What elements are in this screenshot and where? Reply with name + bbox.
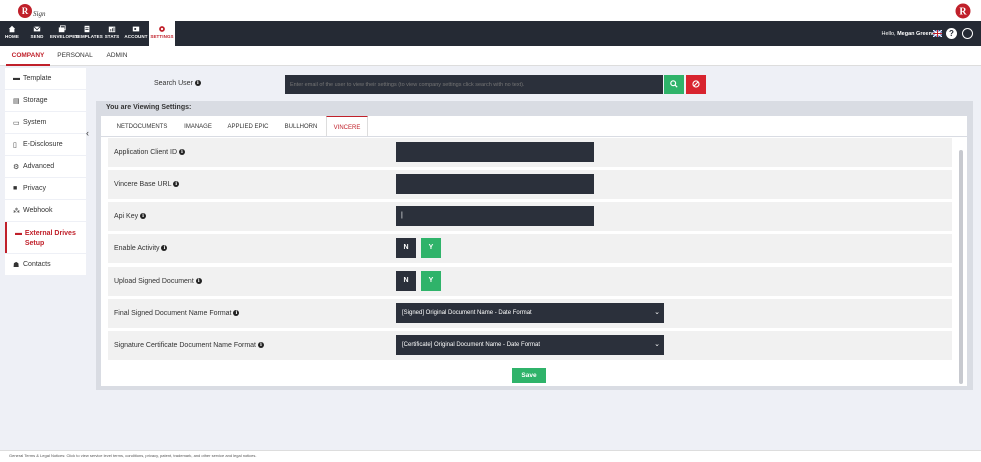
help-icon[interactable]: ? (946, 28, 957, 39)
sidebar-item-privacy[interactable]: ■ Privacy (5, 178, 86, 199)
chevron-down-icon: ⌄ (654, 341, 660, 348)
nav-home[interactable]: HOME (3, 21, 21, 46)
lock-icon: ■ (13, 185, 18, 192)
row-cert-name-format: Signature Certificate Document Name Form… (108, 331, 952, 360)
enable-activity-yes-toggle[interactable]: Y (421, 238, 441, 258)
tab-personal[interactable]: PERSONAL (54, 46, 96, 66)
nav-settings[interactable]: SETTINGS (149, 21, 175, 46)
info-icon[interactable]: i (161, 245, 168, 252)
enable-activity-no-toggle[interactable]: N (396, 238, 416, 258)
sidebar-item-contacts[interactable]: ☗ Contacts (5, 254, 86, 275)
sidebar-item-webhook[interactable]: ⁂ Webhook (5, 200, 86, 221)
nav-account[interactable]: ACCOUNT (124, 21, 148, 46)
search-icon (670, 80, 678, 88)
nav-send[interactable]: SEND (27, 21, 47, 46)
row-base-url: Vincere Base URL i (108, 170, 952, 199)
account-icon (132, 26, 140, 32)
final-name-select[interactable]: [Signed] Original Document Name - Date F… (396, 303, 664, 323)
info-icon[interactable]: i (173, 181, 180, 188)
clear-search-button[interactable] (686, 75, 706, 94)
client-id-label: Application Client ID i (114, 149, 185, 156)
info-icon[interactable]: i (233, 310, 240, 317)
nav-templates[interactable]: TEMPLATES (75, 21, 103, 46)
search-user-label: Search User i (154, 80, 201, 87)
gear-icon (159, 26, 165, 32)
envelopes-icon (58, 25, 66, 33)
settings-tabs: COMPANY PERSONAL ADMIN (0, 46, 981, 66)
tab-vincere[interactable]: VINCERE (326, 116, 368, 136)
svg-text:R: R (22, 6, 29, 16)
user-greeting: Hello, Megan Greene (881, 31, 936, 37)
cert-name-select[interactable]: [Certificate] Original Document Name - D… (396, 335, 664, 355)
storage-icon: ▤ (13, 97, 20, 105)
tab-imanage[interactable]: IMANAGE (178, 116, 218, 136)
save-button[interactable]: Save (512, 368, 546, 383)
nav-envelopes[interactable]: ENVELOPES (50, 21, 78, 46)
info-icon[interactable]: i (194, 80, 201, 87)
logo-bar: R Sign R (0, 0, 981, 21)
upload-signed-yes-toggle[interactable]: Y (421, 271, 441, 291)
base-url-input[interactable] (396, 174, 594, 194)
tab-company[interactable]: COMPANY (6, 46, 50, 66)
sidebar-item-advanced[interactable]: ⚙ Advanced (5, 156, 86, 177)
collapse-sidebar-icon[interactable]: ‹ (86, 128, 89, 138)
row-api-key: Api Key i | (108, 202, 952, 231)
info-icon[interactable]: i (195, 278, 202, 285)
search-button[interactable] (664, 75, 684, 94)
client-id-input[interactable] (396, 142, 594, 162)
document-icon: ▯ (13, 141, 17, 149)
drive-icon: ▬ (15, 230, 22, 237)
tab-bullhorn[interactable]: BULLHORN (278, 116, 324, 136)
settings-sidebar: ▬ Template ▤ Storage ▭ System ▯ E-Disclosure… (5, 68, 86, 276)
nav-stats[interactable]: STATS (104, 21, 120, 46)
sidebar-item-template[interactable]: ▬ Template (5, 68, 86, 89)
tab-netdocuments[interactable]: NETDOCUMENTS (106, 116, 178, 136)
ban-icon (692, 80, 700, 88)
chevron-down-icon: ⌄ (654, 309, 660, 316)
panel-title: You are Viewing Settings: (106, 104, 192, 111)
sidebar-item-storage[interactable]: ▤ Storage (5, 90, 86, 111)
upload-signed-no-toggle[interactable]: N (396, 271, 416, 291)
rpost-logo: R (955, 3, 971, 19)
form-scrollbar[interactable] (959, 150, 963, 384)
sidebar-item-system[interactable]: ▭ System (5, 112, 86, 133)
base-url-label: Vincere Base URL i (114, 181, 180, 188)
row-upload-signed: Upload Signed Document i N Y (108, 267, 952, 296)
upload-signed-label: Upload Signed Document i (114, 278, 202, 285)
tab-applied-epic[interactable]: APPLIED EPIC (222, 116, 274, 136)
sidebar-item-external-drives[interactable]: ▬ External Drives Setup (5, 222, 86, 253)
info-icon[interactable]: i (140, 213, 147, 220)
sidebar-item-e-disclosure[interactable]: ▯ E-Disclosure (5, 134, 86, 155)
row-enable-activity: Enable Activity i N Y (108, 234, 952, 263)
envelope-icon (33, 26, 41, 32)
profile-settings-icon[interactable] (962, 28, 973, 39)
contacts-icon: ☗ (13, 261, 20, 269)
home-icon (8, 25, 16, 33)
webhook-icon: ⁂ (13, 207, 20, 215)
cogs-icon: ⚙ (13, 163, 20, 171)
enable-activity-label: Enable Activity i (114, 245, 168, 252)
api-key-input[interactable]: | (396, 206, 594, 226)
footer-legal[interactable]: General Terms & Legal Notices: Click to … (0, 450, 981, 462)
monitor-icon: ▭ (13, 119, 20, 127)
search-user-input[interactable] (285, 75, 663, 94)
tab-admin[interactable]: ADMIN (101, 46, 133, 66)
api-key-label: Api Key i (114, 213, 147, 220)
template-icon: ▬ (13, 75, 20, 82)
row-final-name-format: Final Signed Document Name Format i [Sig… (108, 299, 952, 328)
row-client-id: Application Client ID i (108, 138, 952, 167)
templates-icon (84, 25, 90, 33)
final-name-label: Final Signed Document Name Format i (114, 310, 240, 317)
uk-flag-icon[interactable] (933, 30, 942, 37)
svg-text:Sign: Sign (33, 10, 46, 18)
drive-tabs: NETDOCUMENTS IMANAGE APPLIED EPIC BULLHO… (101, 116, 967, 136)
info-icon[interactable]: i (257, 342, 264, 349)
svg-text:R: R (959, 7, 967, 18)
cert-name-label: Signature Certificate Document Name Form… (114, 342, 264, 349)
info-icon[interactable]: i (178, 149, 185, 156)
rsign-logo[interactable]: R Sign (18, 3, 50, 19)
stats-icon (108, 26, 116, 33)
top-navbar: HOME SEND ENVELOPES TEMPLATES STATS ACCO… (0, 21, 981, 46)
